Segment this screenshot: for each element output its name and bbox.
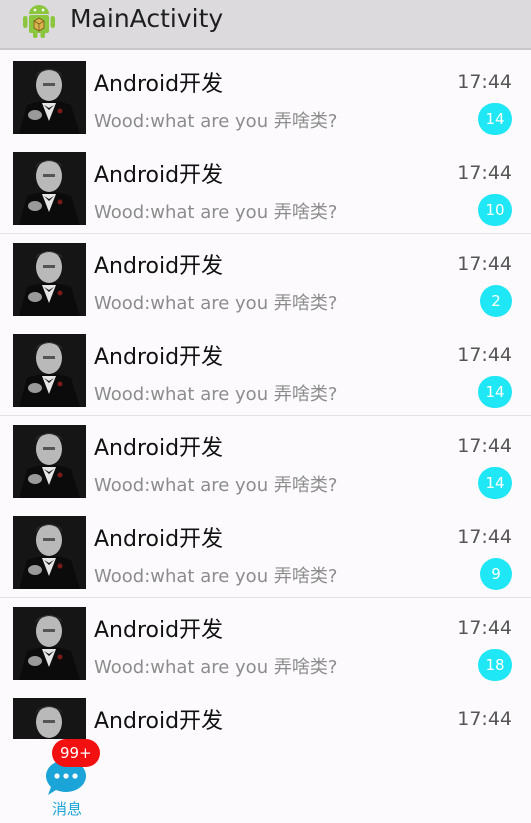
conversation-name: Android开发	[94, 618, 224, 643]
conversation-time: 17:44	[457, 617, 512, 639]
tab-label: 消息	[51, 800, 82, 818]
conversation-time: 17:44	[457, 253, 512, 275]
conversation-time: 17:44	[457, 435, 512, 457]
conversation-time: 17:44	[457, 708, 512, 730]
conversation-last-message: Wood:what are you 弄啥类?	[94, 475, 338, 496]
conversation-list[interactable]: Android开发 17:44 Wood:what are you 弄啥类? 14 An…	[0, 52, 531, 739]
list-item[interactable]: Android开发 17:44 Wood:what are you 弄啥类? 10	[0, 143, 531, 234]
avatar	[13, 334, 86, 407]
avatar	[13, 61, 86, 134]
conversation-last-message: Wood:what are you 弄啥类?	[94, 566, 338, 587]
conversation-time: 17:44	[457, 526, 512, 548]
conversation-name: Android开发	[94, 709, 224, 734]
avatar	[13, 425, 86, 498]
avatar	[13, 152, 86, 225]
conversation-name: Android开发	[94, 436, 224, 461]
unread-count-badge: 14	[478, 376, 512, 408]
avatar	[13, 698, 86, 739]
tab-unread-badge: 99+	[52, 739, 100, 767]
list-item[interactable]: Android开发 17:44 Wood:what are you 弄啥类? 14	[0, 52, 531, 143]
conversation-name: Android开发	[94, 345, 224, 370]
conversation-time: 17:44	[457, 71, 512, 93]
conversation-time: 17:44	[457, 344, 512, 366]
avatar	[13, 607, 86, 680]
conversation-name: Android开发	[94, 163, 224, 188]
unread-count-badge: 9	[480, 558, 512, 590]
conversation-last-message: Wood:what are you 弄啥类?	[94, 384, 338, 405]
unread-count-badge: 2	[480, 285, 512, 317]
unread-count-badge: 18	[478, 649, 512, 681]
list-item[interactable]: Android开发 17:44 Wood:what are you 弄啥类? 18	[0, 598, 531, 689]
list-item[interactable]: Android开发 17:44 Wood:what are you 弄啥类? 9	[0, 507, 531, 598]
bottom-navigation: 99+ 消息	[0, 739, 531, 823]
avatar	[13, 516, 86, 589]
unread-count-badge: 14	[478, 103, 512, 135]
conversation-last-message: Wood:what are you 弄啥类?	[94, 657, 338, 678]
conversation-last-message: Wood:what are you 弄啥类?	[94, 111, 338, 132]
list-item[interactable]: Android开发 17:44 Wood:what are you 弄啥类? 14	[0, 325, 531, 416]
list-item[interactable]: Android开发 17:44	[0, 689, 531, 739]
unread-count-badge: 14	[478, 467, 512, 499]
page-title: MainActivity	[70, 4, 224, 33]
android-robot-icon	[23, 5, 55, 38]
conversation-last-message: Wood:what are you 弄啥类?	[94, 293, 338, 314]
conversation-name: Android开发	[94, 254, 224, 279]
list-item[interactable]: Android开发 17:44 Wood:what are you 弄啥类? 2	[0, 234, 531, 325]
conversation-time: 17:44	[457, 162, 512, 184]
tab-messages[interactable]: 99+ 消息	[36, 739, 100, 823]
conversation-last-message: Wood:what are you 弄啥类?	[94, 202, 338, 223]
conversation-name: Android开发	[94, 72, 224, 97]
avatar	[13, 243, 86, 316]
list-item[interactable]: Android开发 17:44 Wood:what are you 弄啥类? 14	[0, 416, 531, 507]
conversation-name: Android开发	[94, 527, 224, 552]
unread-count-badge: 10	[478, 194, 512, 226]
app-bar: MainActivity	[0, 0, 531, 50]
